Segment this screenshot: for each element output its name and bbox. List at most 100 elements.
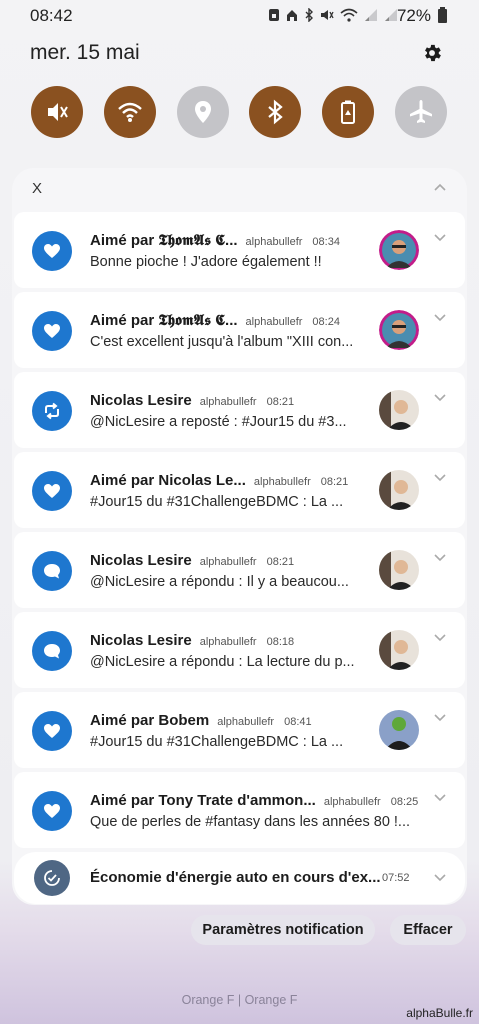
date-label: mer. 15 mai (30, 41, 140, 64)
notification-panel: X Aimé par 𝕿𝖍𝖔𝖒𝕬𝖘 𝕮... alphabullefr 08:34 … (12, 168, 467, 905)
bluetooth-toggle[interactable] (249, 86, 301, 138)
system-notification-time: 07:52 (382, 872, 410, 884)
wifi-icon (118, 102, 142, 122)
clear-button[interactable]: Effacer (390, 915, 466, 945)
notification-body: Bonne pioche ! J'adore également !! (90, 254, 322, 270)
carrier-label: Orange F | Orange F (181, 993, 298, 1007)
battery-check-icon (34, 860, 70, 896)
status-time: 08:42 (30, 6, 73, 25)
app-label: X (32, 180, 43, 197)
heart-icon (32, 711, 72, 751)
notification-title: Nicolas Lesire alphabullefr 08:21 (90, 552, 295, 569)
repost-icon (32, 391, 72, 431)
notification-card[interactable]: Aimé par Nicolas Le... alphabullefr 08:21 … (14, 452, 465, 528)
mute-icon (321, 10, 334, 20)
notification-title: Aimé par Nicolas Le... alphabullefr 08:21 (90, 472, 349, 489)
chevron-down-icon[interactable] (433, 552, 447, 562)
notification-time: 08:25 (390, 796, 419, 808)
status-icons (268, 8, 398, 22)
notification-group-header[interactable]: X (12, 168, 467, 210)
avatar (379, 390, 419, 430)
notification-account: alphabullefr (245, 316, 303, 328)
notification-time: 08:18 (266, 636, 295, 648)
notification-card[interactable]: Nicolas Lesire alphabullefr 08:21 @NicLesi… (14, 372, 465, 448)
notification-time: 08:34 (312, 236, 340, 248)
notification-title: Nicolas Lesire alphabullefr 08:18 (90, 632, 295, 649)
battery-percent: 72% (396, 6, 431, 25)
heart-icon (32, 311, 72, 351)
avatar (379, 630, 419, 670)
notification-card[interactable]: Nicolas Lesire alphabullefr 08:18 @NicLesi… (14, 612, 465, 688)
chevron-down-icon[interactable] (433, 392, 447, 402)
bluetooth-icon (268, 99, 283, 125)
notification-account: alphabullefr (199, 396, 257, 408)
heart-icon (32, 231, 72, 271)
heart-icon (32, 791, 72, 831)
notification-card[interactable]: Aimé par Tony Trate d'ammon... alphabulle… (14, 772, 465, 848)
gear-icon[interactable] (421, 42, 443, 64)
notification-account: alphabullefr (199, 556, 257, 568)
chevron-down-icon[interactable] (433, 312, 447, 322)
chevron-down-icon[interactable] (433, 872, 447, 882)
notification-account: alphabullefr (253, 476, 311, 488)
avatar (379, 550, 419, 590)
wifi-icon (340, 8, 358, 22)
notification-title: Aimé par Tony Trate d'ammon... alphabulle… (90, 792, 419, 809)
notification-body: @NicLesire a reposté : #Jour15 du #3... (90, 414, 347, 430)
avatar (379, 470, 419, 510)
notification-body: #Jour15 du #31ChallengeBDMC : La ... (90, 734, 344, 750)
sim-icon (269, 9, 279, 21)
avatar (379, 230, 419, 270)
bluetooth-icon (305, 8, 313, 22)
chevron-down-icon[interactable] (433, 632, 447, 642)
location-icon (195, 101, 211, 123)
notification-time: 08:21 (266, 396, 295, 408)
notification-account: alphabullefr (323, 796, 381, 808)
system-notification-title: Économie d'énergie auto en cours d'ex... (90, 869, 381, 886)
notification-title: Aimé par Bobem alphabullefr 08:41 (90, 712, 312, 729)
notification-account: alphabullefr (199, 636, 257, 648)
notification-settings-button[interactable]: Paramètres notification (191, 915, 375, 945)
system-notification-card[interactable]: Économie d'énergie auto en cours d'ex...… (14, 852, 465, 904)
signal-icon (365, 9, 377, 21)
notification-card[interactable]: Aimé par 𝕿𝖍𝖔𝖒𝕬𝖘 𝕮... alphabullefr 08:24 C'… (14, 292, 465, 368)
location-toggle[interactable] (177, 86, 229, 138)
mute-toggle[interactable] (31, 86, 83, 138)
chevron-down-icon[interactable] (433, 232, 447, 242)
notification-title: Aimé par 𝕿𝖍𝖔𝖒𝕬𝖘 𝕮... alphabullefr 08:24 (90, 312, 340, 329)
airplane-icon (410, 100, 432, 123)
chevron-down-icon[interactable] (433, 712, 447, 722)
notification-time: 08:21 (320, 476, 349, 488)
notification-card[interactable]: Aimé par 𝕿𝖍𝖔𝖒𝕬𝖘 𝕮... alphabullefr 08:34 Bo… (14, 212, 465, 288)
notification-body: Que de perles de #fantasy dans les année… (90, 814, 411, 830)
notification-card[interactable]: Nicolas Lesire alphabullefr 08:21 @NicLesi… (14, 532, 465, 608)
notification-time: 08:41 (284, 716, 312, 728)
notification-body: C'est excellent jusqu'à l'album "XIII co… (90, 334, 354, 350)
status-bar: 08:42 72% (0, 0, 479, 32)
avatar (379, 710, 419, 750)
notification-time: 08:21 (266, 556, 295, 568)
notification-title: Aimé par 𝕿𝖍𝖔𝖒𝕬𝖘 𝕮... alphabullefr 08:34 (90, 232, 340, 249)
chevron-down-icon[interactable] (433, 792, 447, 802)
avatar (379, 310, 419, 350)
notification-account: alphabullefr (245, 236, 303, 248)
chevron-up-icon[interactable] (433, 182, 447, 192)
notification-account: alphabullefr (217, 716, 275, 728)
battery-saver-icon (341, 100, 355, 124)
notification-body: @NicLesire a répondu : La lecture du p..… (90, 654, 355, 670)
reply-icon (32, 551, 72, 591)
signal-icon (385, 9, 397, 21)
notification-title: Nicolas Lesire alphabullefr 08:21 (90, 392, 295, 409)
reply-icon (32, 631, 72, 671)
notification-card[interactable]: Aimé par Bobem alphabullefr 08:41 #Jour15 … (14, 692, 465, 768)
airplane-toggle[interactable] (395, 86, 447, 138)
wifi-toggle[interactable] (104, 86, 156, 138)
mute-icon (48, 103, 68, 121)
chevron-down-icon[interactable] (433, 472, 447, 482)
notification-body: #Jour15 du #31ChallengeBDMC : La ... (90, 494, 344, 510)
heart-icon (32, 471, 72, 511)
power-saving-toggle[interactable] (322, 86, 374, 138)
watermark: alphaBulle.fr (406, 1006, 473, 1020)
battery-icon (438, 7, 447, 23)
notification-body: @NicLesire a répondu : Il y a beaucou... (90, 574, 349, 590)
